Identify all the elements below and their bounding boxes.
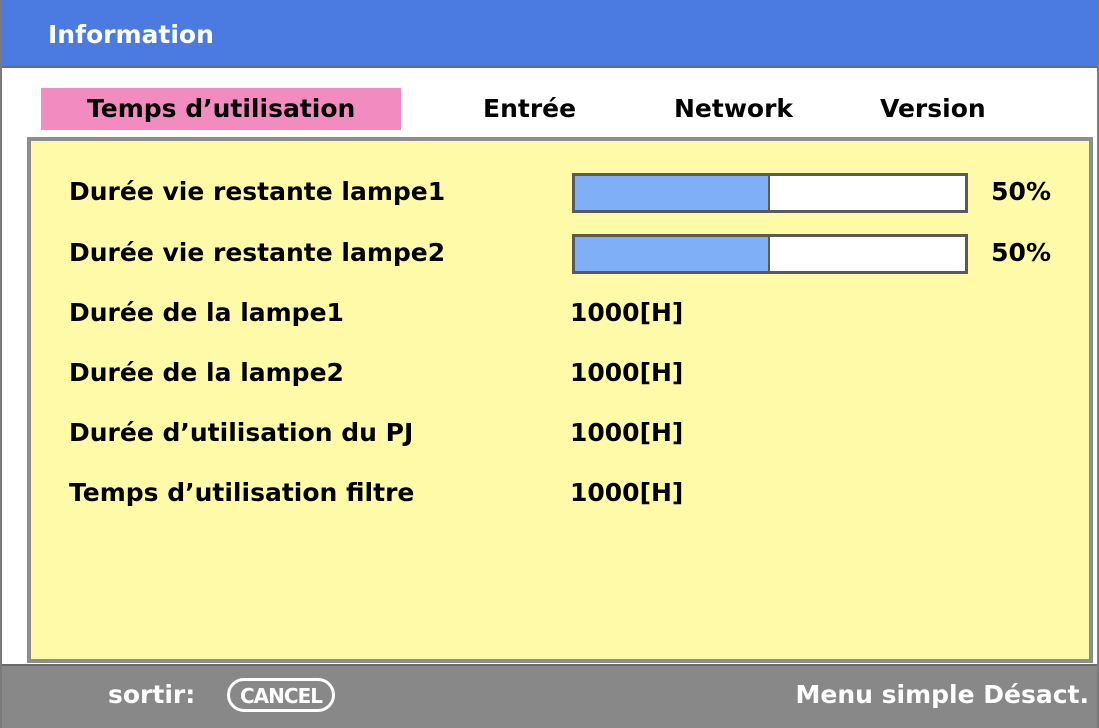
progress-fill bbox=[575, 176, 770, 210]
tab-network[interactable]: Network bbox=[674, 88, 793, 130]
row-label: Durée de la lampe2 bbox=[69, 358, 344, 387]
window-title: Information bbox=[48, 20, 214, 49]
tab-entree[interactable]: Entrée bbox=[483, 88, 576, 130]
lamp1-remaining-bar bbox=[572, 173, 968, 213]
info-panel: Durée vie restante lampe1 50% Durée vie … bbox=[27, 137, 1093, 663]
lamp1-hours-row: Durée de la lampe1 1000[H] bbox=[31, 294, 1089, 334]
progress-fill bbox=[575, 237, 770, 271]
row-label: Durée d’utilisation du PJ bbox=[69, 418, 414, 447]
lamp2-remaining-row: Durée vie restante lampe2 50% bbox=[31, 234, 1089, 274]
tab-bar: Temps d’utilisation Entrée Network Versi… bbox=[2, 88, 1097, 130]
lamp2-hours-value: 1000[H] bbox=[570, 358, 684, 387]
projector-hours-value: 1000[H] bbox=[570, 418, 684, 447]
lamp1-remaining-percent: 50% bbox=[991, 177, 1051, 206]
status-bar: sortir: CANCEL Menu simple Désact. bbox=[2, 664, 1097, 728]
tab-version[interactable]: Version bbox=[880, 88, 986, 130]
projector-hours-row: Durée d’utilisation du PJ 1000[H] bbox=[31, 414, 1089, 454]
lamp2-remaining-bar bbox=[572, 234, 968, 274]
information-window: Information Temps d’utilisation Entrée N… bbox=[0, 0, 1099, 728]
filter-hours-value: 1000[H] bbox=[570, 478, 684, 507]
title-bar: Information bbox=[2, 0, 1097, 68]
row-label: Durée vie restante lampe2 bbox=[69, 238, 446, 267]
filter-hours-row: Temps d’utilisation filtre 1000[H] bbox=[31, 474, 1089, 514]
exit-label: sortir: bbox=[108, 680, 196, 709]
lamp2-remaining-percent: 50% bbox=[991, 238, 1051, 267]
row-label: Durée de la lampe1 bbox=[69, 298, 344, 327]
row-label: Durée vie restante lampe1 bbox=[69, 177, 446, 206]
menu-mode-status: Menu simple Désact. bbox=[795, 680, 1089, 709]
lamp1-hours-value: 1000[H] bbox=[570, 298, 684, 327]
lamp2-hours-row: Durée de la lampe2 1000[H] bbox=[31, 354, 1089, 394]
lamp1-remaining-row: Durée vie restante lampe1 50% bbox=[31, 173, 1089, 213]
cancel-button[interactable]: CANCEL bbox=[227, 678, 335, 712]
tab-temps-utilisation[interactable]: Temps d’utilisation bbox=[41, 88, 402, 130]
row-label: Temps d’utilisation filtre bbox=[69, 478, 415, 507]
